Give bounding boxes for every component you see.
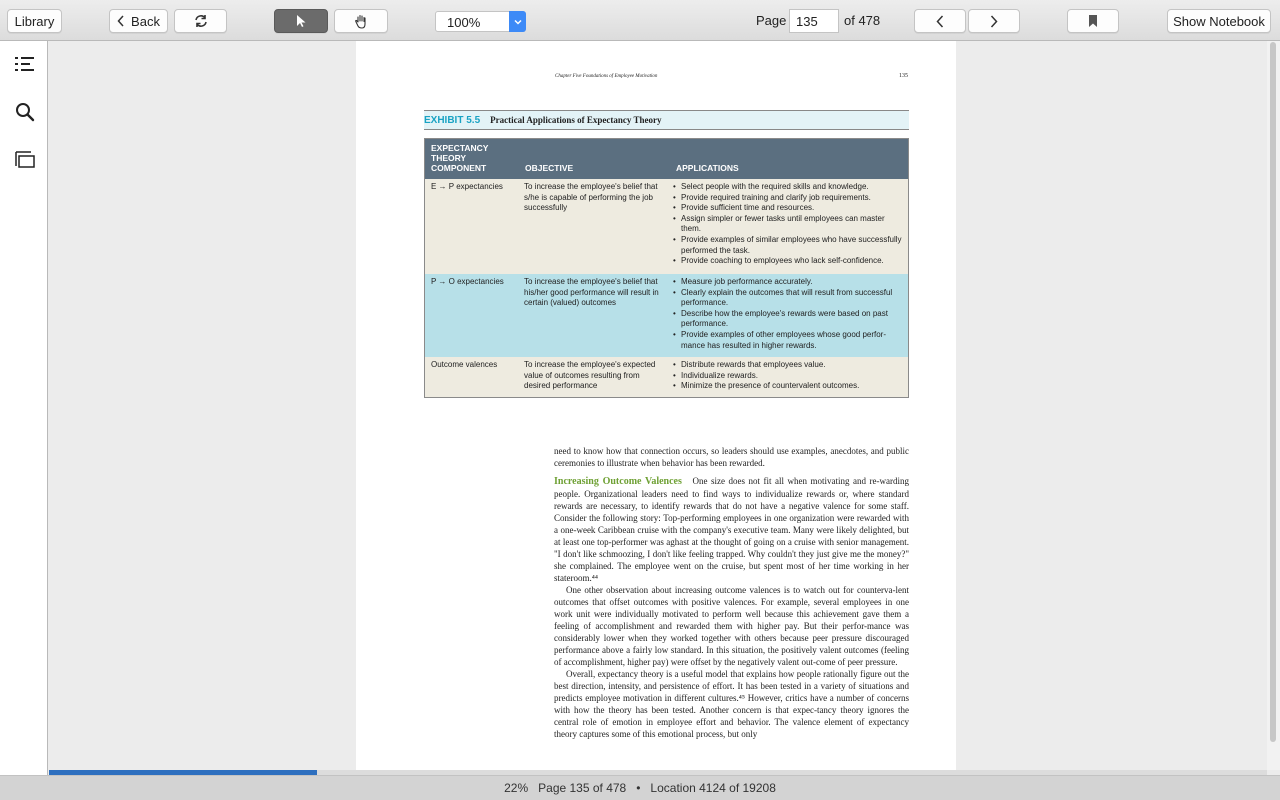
- application-item: Provide examples of similar employees wh…: [673, 235, 903, 256]
- application-item: Distribute rewards that employees value.: [673, 360, 903, 371]
- bookmark-button[interactable]: [1067, 9, 1119, 33]
- cell-applications: Distribute rewards that employees value.…: [673, 360, 903, 392]
- bookmark-icon: [1089, 15, 1097, 27]
- header-component: EXPECTANCY THEORY COMPONENT: [431, 143, 489, 173]
- expectancy-table: EXPECTANCY THEORY COMPONENT OBJECTIVE AP…: [424, 138, 909, 398]
- chevron-left-icon: [117, 15, 124, 27]
- show-notebook-label: Show Notebook: [1173, 13, 1265, 29]
- separator-dot: •: [636, 781, 641, 795]
- percent-read: 22%: [504, 781, 529, 795]
- vertical-scrollbar[interactable]: [1267, 41, 1280, 770]
- cell-objective: To increase the employee's belief that s…: [524, 182, 658, 213]
- running-head: Chapter Five Foundations of Employee Mot…: [555, 74, 658, 79]
- scrollbar-thumb[interactable]: [1270, 42, 1276, 742]
- table-row: Outcome valences To increase the employe…: [425, 357, 908, 397]
- cell-applications: Measure job performance accurately. Clea…: [673, 277, 903, 351]
- table-row: E → P expectancies To increase the emplo…: [425, 179, 908, 274]
- table-of-contents-icon[interactable]: [14, 53, 36, 75]
- application-item: Describe how the employee's rewards were…: [673, 309, 903, 330]
- reading-area[interactable]: Chapter Five Foundations of Employee Mot…: [49, 41, 1267, 770]
- show-notebook-button[interactable]: Show Notebook: [1167, 9, 1271, 33]
- application-item: Select people with the required skills a…: [673, 182, 903, 193]
- paragraph: One other observation about increasing o…: [554, 585, 909, 667]
- paragraph-text: One size does not fit all when motivatin…: [554, 476, 910, 583]
- application-item: Provide examples of other employees whos…: [673, 330, 903, 351]
- chevron-right-icon: [990, 14, 998, 28]
- sync-button[interactable]: [174, 9, 227, 33]
- table-row: P → O expectancies To increase the emplo…: [425, 274, 908, 357]
- application-item: Individualize rewards.: [673, 371, 903, 382]
- page-number-input[interactable]: 135: [789, 9, 839, 33]
- header-applications: APPLICATIONS: [676, 163, 739, 173]
- location-info: Location 4124 of 19208: [650, 781, 776, 795]
- application-item: Provide coaching to employees who lack s…: [673, 256, 903, 267]
- paragraph: Increasing Outcome Valences One size doe…: [554, 475, 909, 584]
- application-item: Provide sufficient time and resources.: [673, 203, 903, 214]
- exhibit-title-bar: EXHIBIT 5.5 Practical Applications of Ex…: [424, 110, 909, 130]
- chevron-left-icon: [936, 14, 944, 28]
- status-bar: 22% Page 135 of 478 • Location 4124 of 1…: [0, 775, 1280, 800]
- application-item: Measure job performance accurately.: [673, 277, 903, 288]
- chevron-down-icon[interactable]: [509, 11, 526, 32]
- zoom-value: 100%: [447, 15, 481, 30]
- application-item: Provide required training and clarify jo…: [673, 193, 903, 204]
- book-page: Chapter Five Foundations of Employee Mot…: [356, 41, 956, 770]
- toolbar: Library Back 100% Page 135 of 478 Show N…: [0, 0, 1280, 41]
- select-tool-button[interactable]: [274, 9, 328, 33]
- sync-icon: [194, 15, 207, 27]
- header-objective: OBJECTIVE: [525, 163, 574, 173]
- page-label: Page: [756, 13, 787, 28]
- sidebar: [0, 41, 48, 775]
- section-subhead: Increasing Outcome Valences: [554, 476, 682, 487]
- cell-component: E → P expectancies: [431, 182, 503, 191]
- paragraph: need to know how that connection occurs,…: [554, 446, 909, 468]
- cell-objective: To increase the employee's expected valu…: [524, 360, 656, 391]
- next-page-button[interactable]: [968, 9, 1020, 33]
- flashcards-icon[interactable]: [14, 149, 36, 171]
- application-item: Clearly explain the outcomes that will r…: [673, 288, 903, 309]
- page-total-label: of 478: [844, 13, 881, 28]
- cell-objective: To increase the employee's belief that h…: [524, 277, 659, 308]
- cell-applications: Select people with the required skills a…: [673, 182, 903, 267]
- search-icon[interactable]: [14, 101, 36, 123]
- cell-component: P → O expectancies: [431, 277, 504, 286]
- zoom-select[interactable]: 100%: [435, 11, 526, 32]
- back-label: Back: [131, 13, 160, 29]
- exhibit-number: EXHIBIT 5.5: [424, 114, 481, 126]
- library-label: Library: [14, 13, 55, 29]
- library-button[interactable]: Library: [7, 9, 62, 33]
- application-item: Minimize the presence of countervalent o…: [673, 381, 903, 392]
- application-item: Assign simpler or fewer tasks until empl…: [673, 214, 903, 235]
- exhibit-title: Practical Applications of Expectancy The…: [490, 115, 662, 125]
- body-text: need to know how that connection occurs,…: [554, 445, 909, 740]
- page-info: Page 135 of 478: [538, 781, 627, 795]
- table-header: EXPECTANCY THEORY COMPONENT OBJECTIVE AP…: [425, 139, 908, 179]
- hand-tool-button[interactable]: [334, 9, 388, 33]
- back-button[interactable]: Back: [109, 9, 168, 33]
- cursor-arrow-icon: [297, 15, 306, 27]
- hand-icon: [355, 14, 366, 29]
- page-number: 135: [899, 73, 908, 79]
- paragraph: Overall, expectancy theory is a useful m…: [554, 669, 909, 739]
- previous-page-button[interactable]: [914, 9, 966, 33]
- cell-component: Outcome valences: [431, 360, 498, 369]
